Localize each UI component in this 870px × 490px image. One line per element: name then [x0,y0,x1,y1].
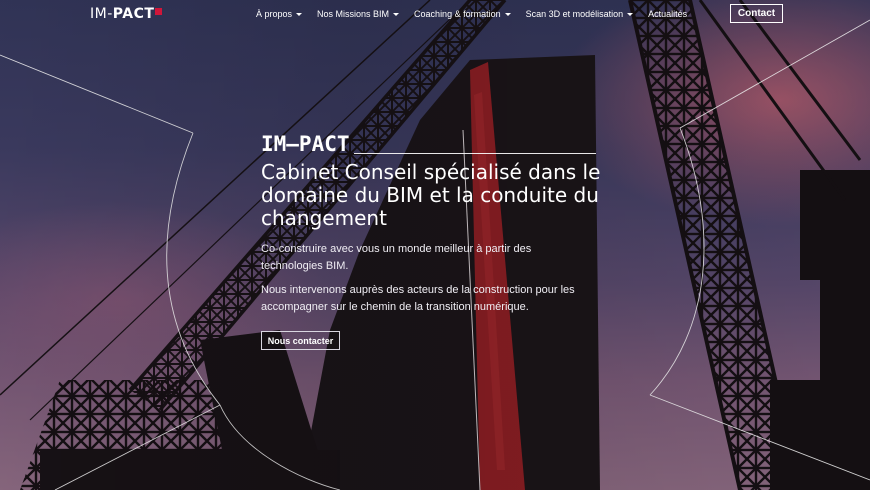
nav-item-scan-3d[interactable]: Scan 3D et modélisation [526,9,634,19]
site-logo[interactable]: IM- PACT [90,6,163,22]
chevron-down-icon [504,13,511,16]
nav-item-label: À propos [256,9,293,19]
brand-divider [353,152,596,154]
logo-accent-square [155,7,163,15]
chevron-down-icon [393,13,400,16]
logo-text-right: PACT [112,6,155,22]
hero-paragraph-1: Co-construire avec vous un monde meilleu… [261,243,532,272]
hero-paragraph-2: Nous intervenons auprès des acteurs de l… [261,284,575,313]
contact-us-button[interactable]: Nous contacter [261,331,340,350]
hero-brand: IM–PACT [261,133,596,155]
hero-content: IM–PACT Cabinet Conseil spécialisé dans … [261,133,600,350]
main-nav: À propos Nos Missions BIM Coaching & for… [256,9,687,19]
nav-item-actualites[interactable]: Actualités [648,9,687,19]
nav-item-coaching-formation[interactable]: Coaching & formation [414,9,511,19]
logo-text-left: IM- [90,6,113,22]
nav-item-a-propos[interactable]: À propos [256,9,303,19]
nav-item-missions-bim[interactable]: Nos Missions BIM [317,9,400,19]
chevron-down-icon [296,13,303,16]
nav-item-label: Coaching & formation [414,9,501,19]
nav-item-label: Scan 3D et modélisation [525,9,624,19]
chevron-down-icon [627,13,634,16]
contact-button[interactable]: Contact [730,4,783,23]
nav-item-label: Actualités [648,9,688,19]
site-header: IM- PACT À propos Nos Missions BIM Coach… [0,0,870,28]
brand-title: IM–PACT [261,132,350,156]
hero-headline: Cabinet Conseil spécialisé dans le domai… [261,160,601,230]
nav-item-label: Nos Missions BIM [317,9,390,19]
